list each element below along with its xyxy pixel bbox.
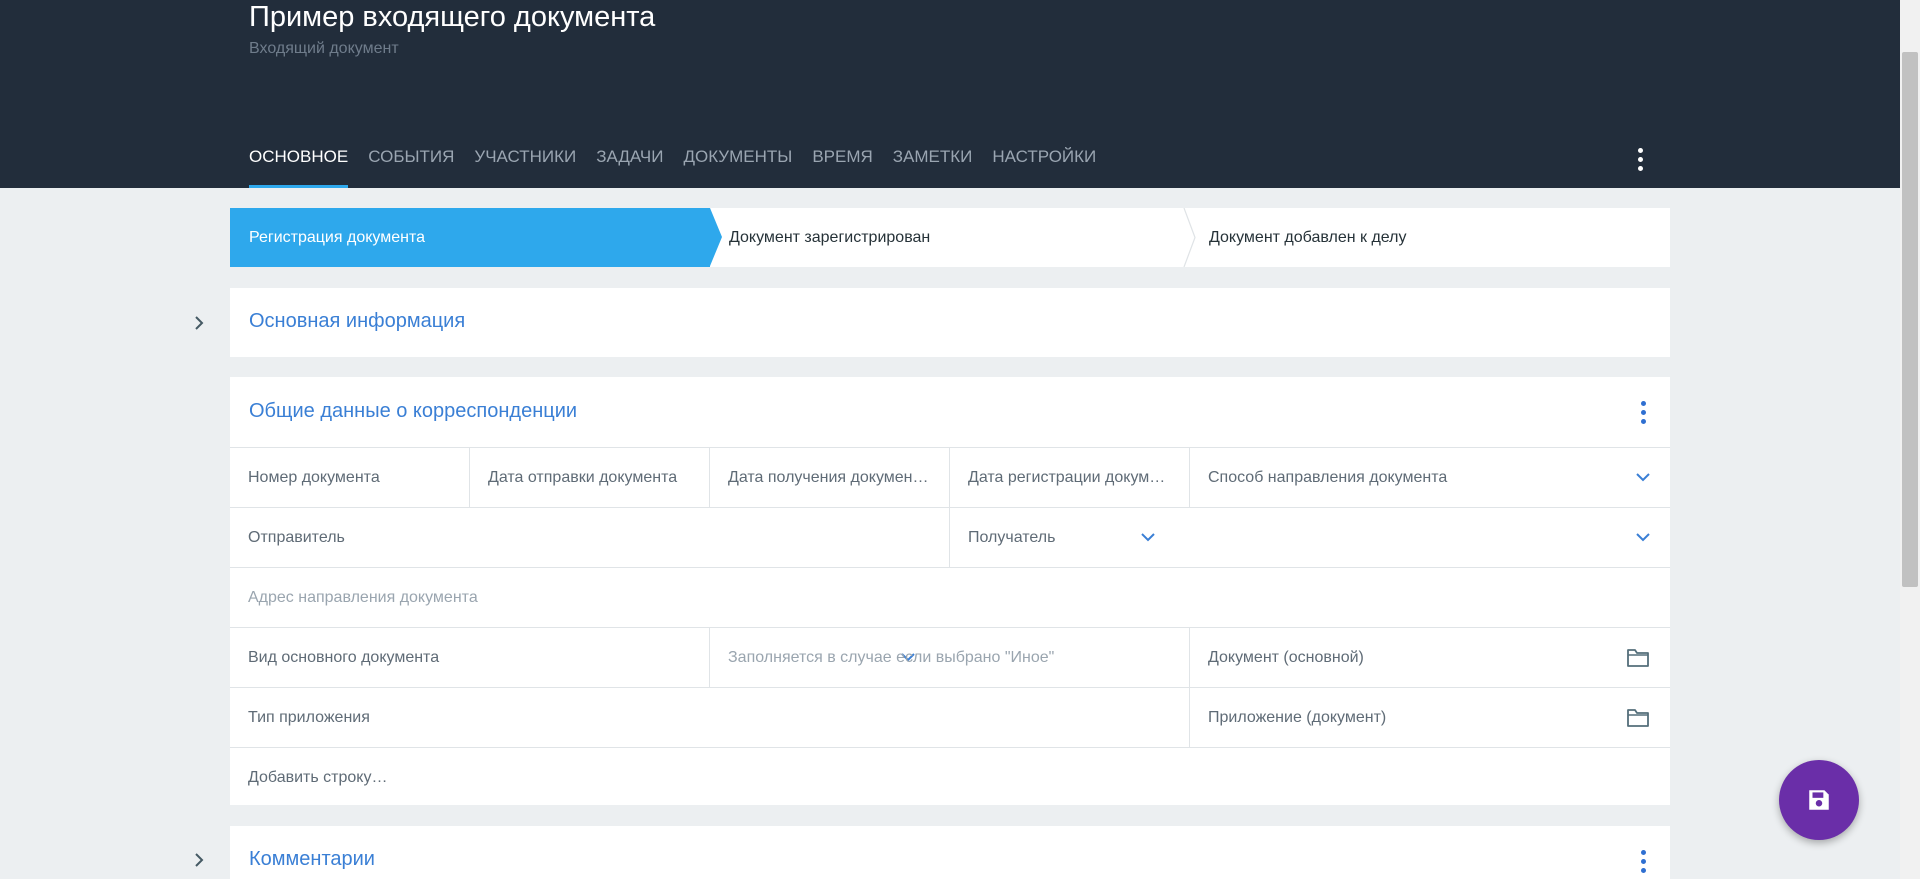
recipient-select[interactable]: Получатель — [950, 508, 1670, 567]
section-comments: Комментарии — [230, 826, 1670, 879]
other-type-input[interactable]: Заполняется в случае если выбрано "Иное" — [710, 628, 1190, 687]
tab-main[interactable]: ОСНОВНОЕ — [249, 140, 349, 188]
doc-number-field[interactable]: Номер документа — [230, 448, 470, 507]
section-title[interactable]: Комментарии — [249, 848, 375, 871]
chevron-right-icon[interactable] — [190, 851, 208, 869]
add-row-button[interactable]: Добавить строку… — [230, 748, 1670, 807]
scrollbar-thumb[interactable] — [1902, 52, 1918, 587]
section-main-info: Основная информация — [230, 288, 1670, 357]
tab-tasks[interactable]: ЗАДАЧИ — [596, 140, 663, 188]
tab-notes[interactable]: ЗАМЕТКИ — [893, 140, 973, 188]
status-stepper: Регистрация документа Документ зарегистр… — [230, 208, 1670, 267]
page-title: Пример входящего документа — [249, 1, 656, 33]
more-vert-icon[interactable] — [1634, 399, 1652, 425]
chevron-right-icon[interactable] — [190, 314, 208, 332]
form-row: Тип приложения Приложение (документ) — [230, 687, 1670, 747]
form-row: Отправитель Получатель — [230, 507, 1670, 567]
save-icon — [1809, 790, 1829, 810]
save-button[interactable] — [1779, 760, 1859, 840]
more-vert-icon[interactable] — [1628, 145, 1652, 173]
step-separator-icon — [1183, 208, 1196, 267]
form-row: Номер документа Дата отправки документа … — [230, 447, 1670, 507]
form-row: Вид основного документа Заполняется в сл… — [230, 627, 1670, 687]
tab-bar: ОСНОВНОЕ СОБЫТИЯ УЧАСТНИКИ ЗАДАЧИ ДОКУМЕ… — [249, 140, 1116, 188]
receive-date-field[interactable]: Дата получения докумен… — [710, 448, 950, 507]
step-label: Документ зарегистрирован — [729, 229, 931, 246]
app-header: Пример входящего документа Входящий доку… — [0, 0, 1900, 188]
main-doc-type-select[interactable]: Вид основного документа — [230, 628, 710, 687]
page-subtitle: Входящий документ — [249, 40, 399, 57]
folder-icon[interactable] — [1626, 707, 1650, 729]
folder-icon[interactable] — [1626, 647, 1650, 669]
tab-participants[interactable]: УЧАСТНИКИ — [474, 140, 576, 188]
tab-events[interactable]: СОБЫТИЯ — [368, 140, 454, 188]
chevron-down-icon[interactable] — [1634, 530, 1652, 544]
section-correspondence: Общие данные о корреспонденции Номер док… — [230, 377, 1670, 805]
chevron-down-icon[interactable] — [1634, 470, 1652, 484]
step-registered[interactable]: Документ зарегистрирован — [710, 208, 1196, 267]
send-date-field[interactable]: Дата отправки документа — [470, 448, 710, 507]
attachment-document-field[interactable]: Приложение (документ) — [1190, 688, 1670, 747]
step-added-to-case[interactable]: Документ добавлен к делу — [1190, 208, 1670, 267]
step-label: Документ добавлен к делу — [1209, 229, 1407, 246]
step-label: Регистрация документа — [249, 229, 425, 246]
tab-documents[interactable]: ДОКУМЕНТЫ — [683, 140, 792, 188]
sender-select[interactable]: Отправитель — [230, 508, 950, 567]
address-input[interactable]: Адрес направления документа — [230, 568, 1670, 627]
tab-time[interactable]: ВРЕМЯ — [812, 140, 872, 188]
main-document-field[interactable]: Документ (основной) — [1190, 628, 1670, 687]
form-row: Адрес направления документа — [230, 567, 1670, 627]
register-date-field[interactable]: Дата регистрации докум… — [950, 448, 1190, 507]
delivery-method-select[interactable]: Способ направления документа — [1190, 448, 1670, 507]
step-registration[interactable]: Регистрация документа — [230, 208, 722, 267]
section-title[interactable]: Общие данные о корреспонденции — [249, 400, 577, 423]
attachment-type-field[interactable]: Тип приложения — [230, 688, 1190, 747]
correspondence-form: Номер документа Дата отправки документа … — [230, 447, 1670, 807]
more-vert-icon[interactable] — [1634, 848, 1652, 874]
section-title[interactable]: Основная информация — [249, 310, 465, 333]
tab-settings[interactable]: НАСТРОЙКИ — [992, 140, 1096, 188]
form-row: Добавить строку… — [230, 747, 1670, 807]
